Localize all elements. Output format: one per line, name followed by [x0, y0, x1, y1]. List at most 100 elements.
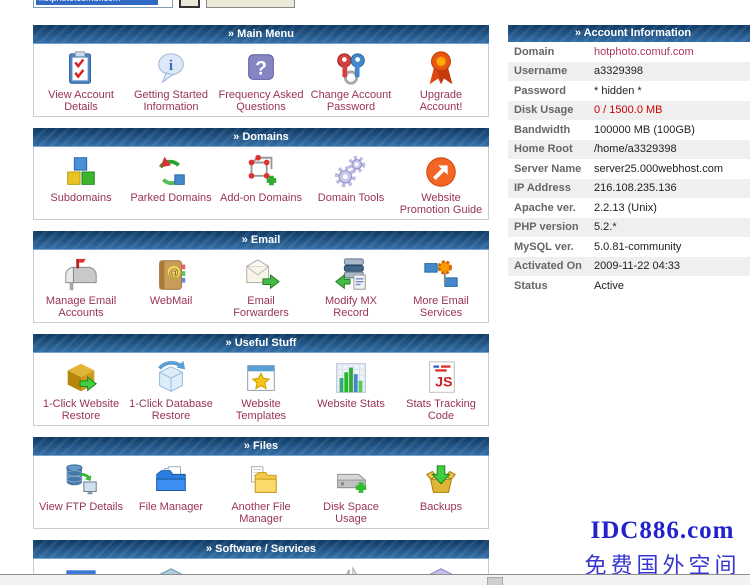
- ftp-sync-icon: [62, 461, 100, 501]
- account-info-label: Bandwidth: [508, 124, 594, 136]
- account-info-row: Server Nameserver25.000webhost.com: [508, 159, 750, 179]
- horizontal-scrollbar[interactable]: [0, 574, 750, 585]
- menu-item-label: Upgrade Account!: [396, 89, 486, 113]
- menu-item-label: Domain Tools: [316, 192, 386, 204]
- menu-item-label: Disk Space Usage: [306, 501, 396, 525]
- menu-item[interactable]: Modify MX Record: [306, 255, 396, 319]
- section-header: » Software / Services: [33, 540, 489, 559]
- cubes-icon: [62, 152, 100, 192]
- menu-item-label: Change Account Password: [306, 89, 396, 113]
- menu-item-label: Modify MX Record: [306, 295, 396, 319]
- account-info-row: MySQL ver.5.0.81-community: [508, 237, 750, 257]
- mx-server-icon: [332, 255, 370, 295]
- menu-item[interactable]: Change Account Password: [306, 49, 396, 113]
- menu-item[interactable]: Add-on Domains: [216, 152, 306, 216]
- folder-blue-icon: [152, 461, 190, 501]
- address-book-icon: @: [152, 255, 190, 295]
- menu-item[interactable]: 1-Click Database Restore: [126, 358, 216, 422]
- section-useful-stuff: » Useful Stuff1-Click Website Restore1-C…: [33, 334, 489, 426]
- award-ribbon-icon: [422, 49, 460, 89]
- email-services-icon: [422, 255, 460, 295]
- menu-item[interactable]: View Account Details: [36, 49, 126, 113]
- go-button[interactable]: Go: [179, 0, 200, 8]
- account-switcher-bar: hotphoto.comuf.com Go Create New: [33, 0, 295, 8]
- menu-item[interactable]: Domain Tools: [306, 152, 396, 216]
- svg-text:JS: JS: [435, 375, 452, 391]
- info-bubble-icon: i: [152, 49, 190, 89]
- account-info-value: 5.0.81-community: [594, 241, 681, 253]
- section-header: » Domains: [33, 128, 489, 147]
- menu-item-label: Manage Email Accounts: [36, 295, 126, 319]
- menu-item[interactable]: @WebMail: [126, 255, 216, 319]
- menu-item-label: More Email Services: [396, 295, 486, 319]
- account-info-value: server25.000webhost.com: [594, 163, 723, 175]
- account-info-row: Home Root/home/a3329398: [508, 140, 750, 160]
- menu-item[interactable]: Email Forwarders: [216, 255, 306, 319]
- menu-item-label: Website Stats: [315, 398, 387, 410]
- account-info-label: Home Root: [508, 143, 594, 155]
- account-info-row: Usernamea3329398: [508, 62, 750, 82]
- section-body: View Account DetailsiGetting Started Inf…: [33, 44, 489, 117]
- account-info-value[interactable]: hotphoto.comuf.com: [594, 46, 694, 58]
- menu-item[interactable]: Subdomains: [36, 152, 126, 216]
- clipboard-check-icon: [62, 49, 100, 89]
- menu-item[interactable]: More Email Services: [396, 255, 486, 319]
- menu-item[interactable]: Website Templates: [216, 358, 306, 422]
- question-mark-icon: ?: [242, 49, 280, 89]
- envelope-forward-icon: [242, 255, 280, 295]
- account-info-row: Disk Usage0 / 1500.0 MB: [508, 101, 750, 121]
- database-restore-icon: [152, 358, 190, 398]
- menu-item-label: 1-Click Website Restore: [36, 398, 126, 422]
- menu-item[interactable]: Backups: [396, 461, 486, 525]
- menu-item[interactable]: Website Stats: [306, 358, 396, 422]
- watermark-site-text: IDC886.com: [575, 517, 750, 545]
- menu-item-label: Getting Started Information: [126, 89, 216, 113]
- watermark: IDC886.com 免费国外空间: [575, 517, 750, 580]
- account-info-value: 5.2.*: [594, 221, 617, 233]
- promotion-arrow-icon: [422, 152, 460, 192]
- menu-item[interactable]: Manage Email Accounts: [36, 255, 126, 319]
- account-info-value: Active: [594, 280, 624, 292]
- menu-item[interactable]: JSStats Tracking Code: [396, 358, 486, 422]
- section-body: View FTP DetailsFile ManagerAnother File…: [33, 456, 489, 529]
- website-restore-icon: [62, 358, 100, 398]
- backup-box-icon: [422, 461, 460, 501]
- menu-item[interactable]: View FTP Details: [36, 461, 126, 525]
- menu-item[interactable]: 1-Click Website Restore: [36, 358, 126, 422]
- account-info-value: 216.108.235.136: [594, 182, 677, 194]
- menu-item-label: Another File Manager: [216, 501, 306, 525]
- menu-item[interactable]: iGetting Started Information: [126, 49, 216, 113]
- menu-item[interactable]: Website Promotion Guide: [396, 152, 486, 216]
- account-info-row: Apache ver.2.2.13 (Unix): [508, 198, 750, 218]
- account-info-row: StatusActive: [508, 276, 750, 296]
- section-domains: » Domains SubdomainsParked DomainsAdd-on …: [33, 128, 489, 220]
- menu-item[interactable]: Parked Domains: [126, 152, 216, 216]
- menu-item[interactable]: Another File Manager: [216, 461, 306, 525]
- account-info-row: Bandwidth100000 MB (100GB): [508, 120, 750, 140]
- menu-item-label: Website Promotion Guide: [396, 192, 486, 216]
- section-email: » EmailManage Email Accounts@WebMailEmai…: [33, 231, 489, 323]
- account-info-row: Activated On2009-11-22 04:33: [508, 257, 750, 277]
- svg-text:?: ?: [255, 59, 267, 80]
- addon-network-icon: [242, 152, 280, 192]
- section-header: » Useful Stuff: [33, 334, 489, 353]
- menu-item-label: Add-on Domains: [218, 192, 304, 204]
- horizontal-scrollbar-thumb[interactable]: [487, 577, 503, 585]
- account-info-row: IP Address216.108.235.136: [508, 179, 750, 199]
- section-body: 1-Click Website Restore1-Click Database …: [33, 353, 489, 426]
- page: hotphoto.comuf.com Go Create New » Main …: [0, 0, 750, 585]
- menu-item[interactable]: File Manager: [126, 461, 216, 525]
- folder-yellow-icon: [242, 461, 280, 501]
- menu-item-label: 1-Click Database Restore: [126, 398, 216, 422]
- menu-item[interactable]: Disk Space Usage: [306, 461, 396, 525]
- menu-item[interactable]: Upgrade Account!: [396, 49, 486, 113]
- account-select[interactable]: hotphoto.comuf.com: [33, 0, 173, 8]
- menu-item[interactable]: ? Frequency Asked Questions: [216, 49, 306, 113]
- account-info-label: MySQL ver.: [508, 241, 594, 253]
- account-info-value: a3329398: [594, 65, 643, 77]
- menu-item-label: Backups: [418, 501, 464, 513]
- menu-item-label: Frequency Asked Questions: [216, 89, 306, 113]
- create-new-button[interactable]: Create New: [206, 0, 295, 8]
- section-header: » Files: [33, 437, 489, 456]
- account-info-value: * hidden *: [594, 85, 642, 97]
